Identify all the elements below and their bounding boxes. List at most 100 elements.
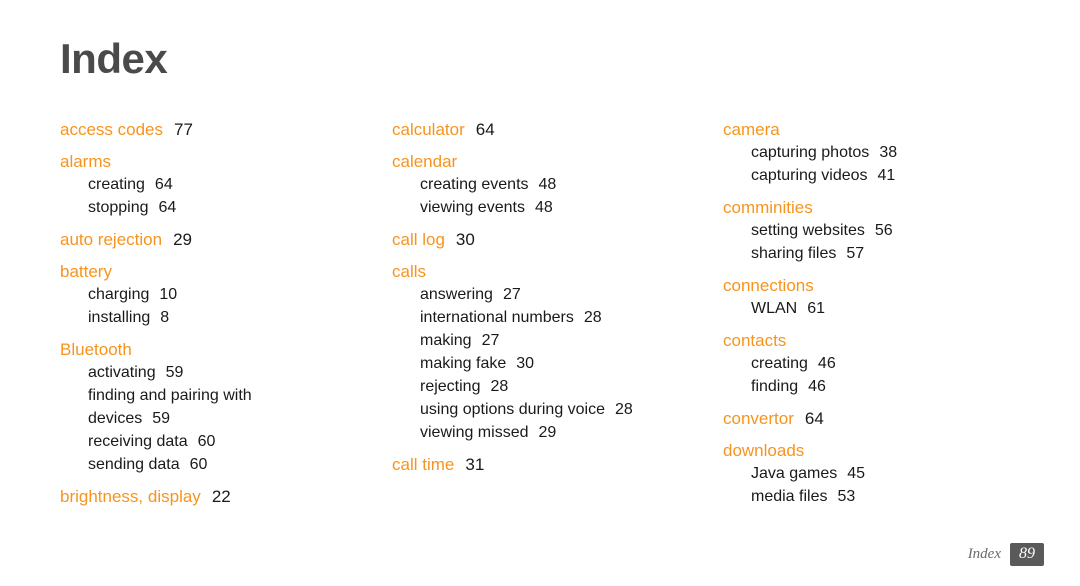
- index-entry-term[interactable]: comminities: [723, 196, 1043, 219]
- index-entry-term[interactable]: contacts: [723, 329, 1043, 352]
- index-entry: calculator 64: [392, 118, 712, 141]
- index-page-number: 46: [808, 378, 826, 395]
- index-subentry-list: Java games 45 media files 53: [723, 462, 1043, 508]
- index-subentry[interactable]: sharing files 57: [723, 242, 1043, 265]
- index-subentry-label: rejecting: [420, 378, 481, 395]
- index-subentry[interactable]: making 27: [392, 329, 712, 352]
- index-subentry[interactable]: WLAN 61: [723, 297, 1043, 320]
- index-subentry-label: creating events: [420, 176, 529, 193]
- index-subentry[interactable]: capturing photos 38: [723, 141, 1043, 164]
- index-subentry[interactable]: installing 8: [60, 306, 370, 329]
- index-subentry[interactable]: Java games 45: [723, 462, 1043, 485]
- index-page-number: 60: [189, 456, 208, 473]
- index-entry-term[interactable]: calls: [392, 260, 712, 283]
- index-page-number: 29: [538, 424, 557, 441]
- index-entry: convertor 64: [723, 407, 1043, 430]
- index-page-number: 10: [159, 286, 178, 303]
- index-page-number: 30: [455, 230, 475, 249]
- index-subentry[interactable]: creating 64: [60, 173, 370, 196]
- index-entry-term[interactable]: auto rejection 29: [60, 228, 370, 251]
- index-entry-term[interactable]: alarms: [60, 150, 370, 173]
- index-subentry[interactable]: rejecting 28: [392, 375, 712, 398]
- index-page-number: 27: [481, 332, 500, 349]
- index-subentry[interactable]: stopping 64: [60, 196, 370, 219]
- index-page-number: 29: [173, 230, 192, 249]
- index-subentry[interactable]: charging 10: [60, 283, 370, 306]
- index-subentry[interactable]: making fake 30: [392, 352, 712, 375]
- index-entry-term[interactable]: battery: [60, 260, 370, 283]
- index-subentry-label: installing: [88, 309, 151, 326]
- index-page-number: 60: [197, 433, 216, 450]
- index-entry-term[interactable]: camera: [723, 118, 1043, 141]
- index-subentry-label: viewing events: [420, 199, 525, 216]
- index-entry-term[interactable]: Bluetooth: [60, 338, 370, 361]
- index-entry-term[interactable]: downloads: [723, 439, 1043, 462]
- index-subentry-list: activating 59 finding and pairing with dev…: [60, 361, 370, 476]
- index-subentry-list: WLAN 61: [723, 297, 1043, 320]
- index-subentry[interactable]: media files 53: [723, 485, 1043, 508]
- index-subentry-label: capturing videos: [751, 167, 868, 184]
- index-entry: camera capturing photos 38 capturing videos…: [723, 118, 1043, 187]
- index-column-1: access codes 77 alarms creating 64 stopping 64…: [60, 118, 370, 508]
- index-subentry[interactable]: receiving data 60: [60, 430, 370, 453]
- page-title: Index: [60, 35, 168, 82]
- index-subentry[interactable]: international numbers 28: [392, 306, 712, 329]
- index-term-label: camera: [723, 120, 780, 139]
- index-subentry[interactable]: capturing videos 41: [723, 164, 1043, 187]
- index-entry-term[interactable]: calculator 64: [392, 118, 712, 141]
- index-page-number: 28: [583, 309, 602, 326]
- index-subentry[interactable]: viewing events 48: [392, 196, 712, 219]
- index-entry-term[interactable]: connections: [723, 274, 1043, 297]
- index-page-number: 8: [160, 309, 170, 326]
- index-entry: Bluetooth activating 59 finding and pairing…: [60, 338, 370, 476]
- index-subentry[interactable]: using options during voice 28: [392, 398, 712, 421]
- index-subentry[interactable]: creating 46: [723, 352, 1043, 375]
- index-page-number: 77: [174, 120, 193, 139]
- index-term-label: call log: [392, 230, 445, 249]
- index-subentry-list: creating 64 stopping 64: [60, 173, 370, 219]
- index-entry: call time 31: [392, 453, 712, 476]
- index-subentry-label: stopping: [88, 199, 149, 216]
- index-subentry[interactable]: answering 27: [392, 283, 712, 306]
- index-page-number: 45: [847, 465, 866, 482]
- index-subentry-label: capturing photos: [751, 144, 870, 161]
- index-subentry-label: viewing missed: [420, 424, 529, 441]
- index-subentry-label: sending data: [88, 456, 180, 473]
- index-subentry[interactable]: finding 46: [723, 375, 1043, 398]
- index-entry-term[interactable]: call log 30: [392, 228, 712, 251]
- index-page-number: 59: [165, 364, 184, 381]
- index-term-label: call time: [392, 455, 455, 474]
- index-subentry[interactable]: setting websites 56: [723, 219, 1043, 242]
- index-subentry-label: sharing files: [751, 245, 837, 262]
- index-term-label: alarms: [60, 152, 112, 171]
- index-entry-term[interactable]: calendar: [392, 150, 712, 173]
- index-subentry[interactable]: creating events 48: [392, 173, 712, 196]
- index-subentry-label: finding: [751, 378, 799, 395]
- index-subentry[interactable]: sending data 60: [60, 453, 370, 476]
- index-entry: alarms creating 64 stopping 64: [60, 150, 370, 219]
- index-subentry-label: receiving data: [88, 433, 188, 450]
- index-page-number: 28: [615, 401, 633, 418]
- index-subentry-label: creating: [88, 176, 145, 193]
- index-term-label: convertor: [723, 409, 794, 428]
- index-column-2: calculator 64 calendar creating events 48 vie…: [392, 118, 712, 476]
- index-page-number: 41: [877, 167, 896, 184]
- index-subentry[interactable]: finding and pairing with devices 59: [60, 384, 318, 430]
- index-entry-term[interactable]: convertor 64: [723, 407, 1043, 430]
- index-subentry-list: creating 46 finding 46: [723, 352, 1043, 398]
- index-subentry[interactable]: activating 59: [60, 361, 370, 384]
- index-subentry-label: international numbers: [420, 309, 574, 326]
- index-page-number: 64: [158, 199, 177, 216]
- index-term-label: access codes: [60, 120, 163, 139]
- index-subentry-label: answering: [420, 286, 493, 303]
- index-entry-term[interactable]: brightness, display 22: [60, 485, 370, 508]
- index-term-label: connections: [723, 276, 814, 295]
- page-footer: Index 89: [968, 543, 1044, 566]
- footer-label: Index: [967, 546, 1001, 562]
- index-subentry[interactable]: viewing missed 29: [392, 421, 712, 444]
- index-term-label: comminities: [723, 198, 813, 217]
- index-page-number: 64: [804, 409, 824, 428]
- index-entry-term[interactable]: access codes 77: [60, 118, 370, 141]
- index-entry-term[interactable]: call time 31: [392, 453, 712, 476]
- index-page-number: 48: [534, 199, 553, 216]
